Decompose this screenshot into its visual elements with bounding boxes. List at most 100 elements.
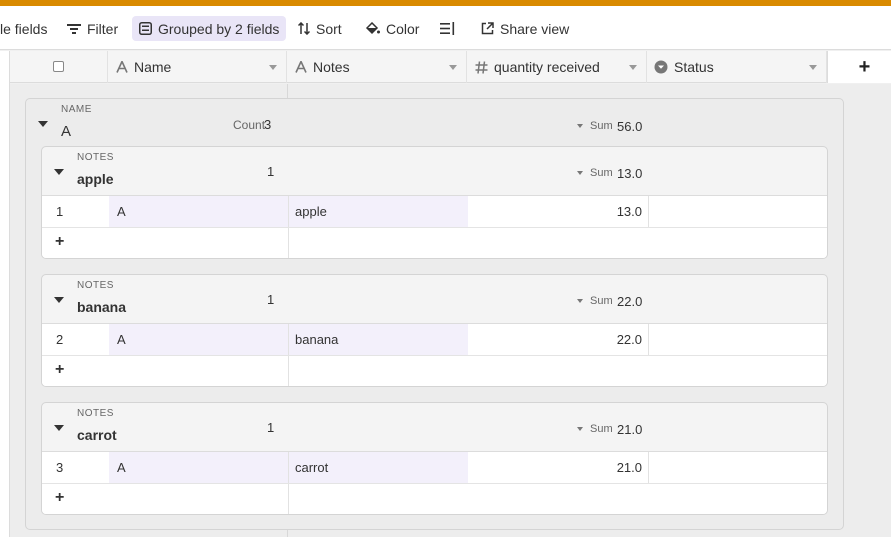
cell-quantity[interactable]: 22.0 [468, 324, 642, 355]
share-view-label: Share view [500, 20, 570, 37]
select-all-checkbox[interactable] [53, 61, 64, 72]
left-gutter [0, 51, 10, 537]
table-row[interactable]: 2 A banana 22.0 [42, 323, 827, 355]
add-row-button[interactable]: + [42, 355, 827, 386]
summary-chevron-icon[interactable] [577, 171, 583, 175]
row-height-button[interactable] [440, 16, 461, 41]
cell-name[interactable]: A [109, 196, 288, 227]
group-notes-apple: NOTES apple 1 Sum 13.0 1 A apple 13.0 + [41, 146, 828, 259]
table-row[interactable]: 3 A carrot 21.0 [42, 451, 827, 483]
group-count: 1 [267, 292, 275, 307]
group-count: 1 [267, 164, 275, 179]
add-row-button[interactable]: + [42, 483, 827, 514]
group-sum: 22.0 [617, 294, 643, 309]
column-header-status-label: Status [674, 59, 714, 75]
group-field-label: NAME [61, 104, 92, 115]
column-header-notes-label: Notes [313, 59, 350, 75]
group-field-label: NOTES [77, 280, 114, 291]
column-header-quantity[interactable]: quantity received [467, 51, 647, 83]
group-notes-carrot: NOTES carrot 1 Sum 21.0 3 A carrot 21.0 … [41, 402, 828, 515]
column-header-name-label: Name [134, 59, 172, 75]
hide-fields-label: le fields [0, 20, 48, 37]
column-header-row: Name Notes quantity received Status + [10, 51, 891, 83]
cell-divider [648, 324, 649, 355]
column-menu-chevron-icon[interactable] [449, 65, 457, 70]
collapse-group-triangle-icon[interactable] [38, 121, 48, 127]
hide-fields-button[interactable]: le fields [0, 16, 47, 41]
column-header-name[interactable]: Name [108, 51, 287, 83]
select-all-cell [10, 51, 108, 83]
column-header-notes[interactable]: Notes [287, 51, 467, 83]
column-header-quantity-label: quantity received [494, 59, 600, 75]
group-label: Grouped by 2 fields [158, 20, 280, 37]
add-row-button[interactable]: + [42, 227, 827, 258]
row-index: 3 [56, 460, 64, 475]
color-button[interactable]: Color [365, 16, 419, 41]
group-count-label: Count [233, 118, 266, 132]
group-notes-banana: NOTES banana 1 Sum 22.0 2 A banana 22.0 … [41, 274, 828, 387]
add-row-plus-icon: + [55, 361, 65, 378]
filter-button[interactable]: Filter [67, 16, 118, 41]
table-row[interactable]: 1 A apple 13.0 [42, 195, 827, 227]
collapse-group-triangle-icon[interactable] [54, 297, 64, 303]
column-header-status[interactable]: Status [647, 51, 827, 83]
text-field-icon [295, 61, 307, 73]
row-index: 1 [56, 204, 64, 219]
cell-divider [648, 452, 649, 483]
add-field-button[interactable]: + [827, 51, 891, 83]
share-icon [481, 22, 494, 35]
cell-quantity[interactable]: 13.0 [468, 196, 642, 227]
row-index: 2 [56, 332, 64, 347]
group-count: 1 [267, 420, 275, 435]
cell-name[interactable]: A [109, 324, 288, 355]
add-field-label: + [858, 55, 871, 78]
group-count: 3 [264, 117, 272, 132]
column-menu-chevron-icon[interactable] [809, 65, 817, 70]
text-field-icon [116, 61, 128, 73]
column-menu-chevron-icon[interactable] [269, 65, 277, 70]
cell-name[interactable]: A [109, 452, 288, 483]
cell-notes[interactable]: apple [289, 196, 468, 227]
add-row-plus-icon: + [55, 233, 65, 250]
summary-chevron-icon[interactable] [577, 124, 583, 128]
group-sum-label: Sum [590, 295, 613, 307]
group-value: carrot [77, 427, 117, 443]
group-sum: 13.0 [617, 166, 643, 181]
sort-label: Sort [316, 20, 342, 37]
group-sum: 56.0 [617, 119, 643, 134]
paint-bucket-icon [365, 22, 380, 35]
column-menu-chevron-icon[interactable] [629, 65, 637, 70]
group-value: A [61, 123, 72, 140]
row-height-icon [440, 22, 455, 35]
group-value: apple [77, 171, 114, 187]
group-field-label: NOTES [77, 408, 114, 419]
cell-quantity[interactable]: 21.0 [468, 452, 642, 483]
number-field-icon [475, 60, 488, 74]
cell-divider [288, 228, 289, 258]
filter-icon [67, 23, 81, 34]
sort-button[interactable]: Sort [298, 16, 342, 41]
filter-label: Filter [87, 20, 119, 37]
cell-divider [288, 484, 289, 514]
summary-chevron-icon[interactable] [577, 299, 583, 303]
group-value: banana [77, 299, 127, 315]
cell-notes[interactable]: banana [289, 324, 468, 355]
add-row-plus-icon: + [55, 489, 65, 506]
group-button[interactable]: Grouped by 2 fields [132, 16, 287, 41]
group-icon [139, 22, 152, 35]
cell-notes[interactable]: carrot [289, 452, 468, 483]
group-field-label: NOTES [77, 152, 114, 163]
cell-divider [288, 356, 289, 386]
group-sum: 21.0 [617, 422, 643, 437]
color-label: Color [386, 20, 420, 37]
summary-chevron-icon[interactable] [577, 427, 583, 431]
sort-icon [298, 22, 310, 35]
collapse-group-triangle-icon[interactable] [54, 169, 64, 175]
view-toolbar: le fields Filter Grouped by 2 fields Sor… [0, 6, 891, 50]
single-select-icon [654, 60, 668, 74]
share-view-button[interactable]: Share view [481, 16, 569, 41]
collapse-group-triangle-icon[interactable] [54, 425, 64, 431]
cell-divider [648, 196, 649, 227]
group-sum-label: Sum [590, 167, 613, 179]
group-sum-label: Sum [590, 120, 613, 132]
